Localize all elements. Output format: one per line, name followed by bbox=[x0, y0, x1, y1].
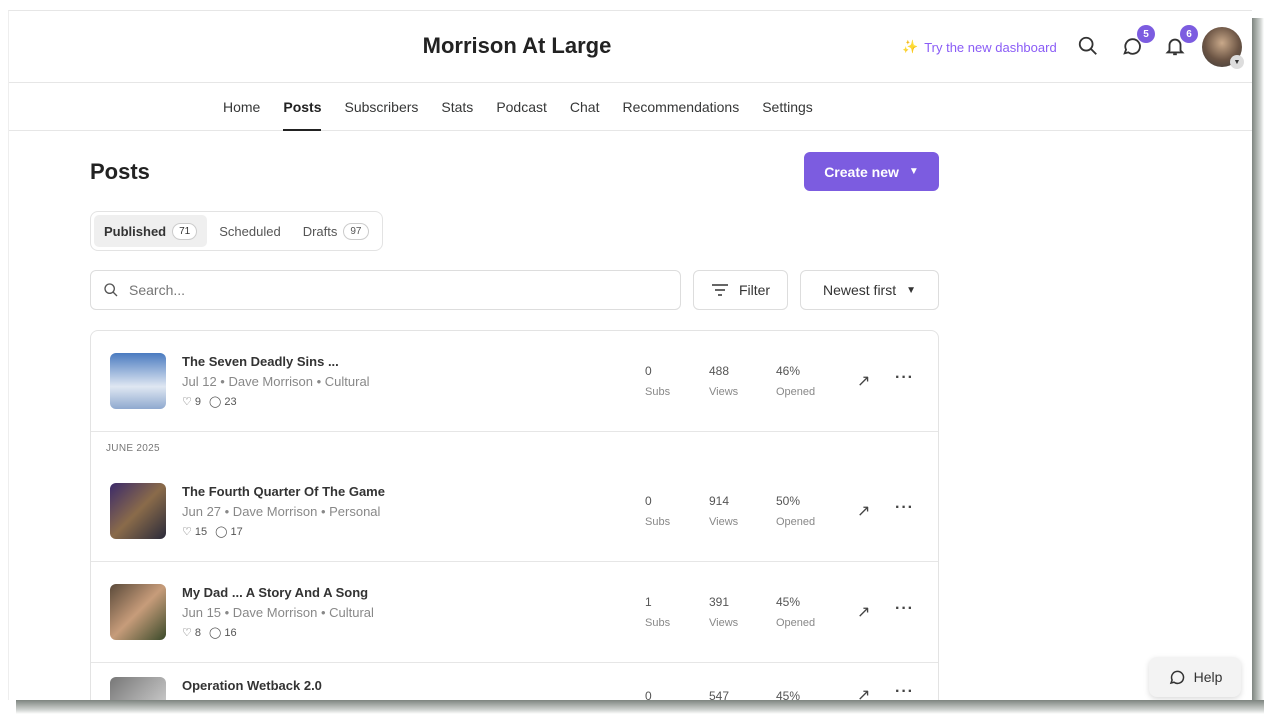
header: Morrison At Large ✨ Try the new dashboard… bbox=[9, 11, 1252, 83]
filter-button[interactable]: Filter bbox=[693, 270, 788, 310]
nav-settings[interactable]: Settings bbox=[762, 83, 813, 131]
post-row[interactable]: The Seven Deadly Sins ... Jul 12 • Dave … bbox=[91, 331, 938, 432]
post-meta: Jul 12 • Dave Morrison • Cultural bbox=[182, 374, 370, 389]
caret-down-icon: ▼ bbox=[906, 284, 917, 296]
nav-posts[interactable]: Posts bbox=[283, 83, 322, 131]
opened-stat: 45%Opened bbox=[776, 689, 801, 700]
comments: ◯ 16 bbox=[209, 627, 237, 639]
nav-chat[interactable]: Chat bbox=[570, 83, 600, 131]
post-title[interactable]: The Seven Deadly Sins ... bbox=[182, 354, 339, 369]
open-external-icon[interactable]: ↗ bbox=[857, 501, 870, 521]
count-badge: 97 bbox=[343, 222, 369, 240]
search-box bbox=[90, 270, 681, 310]
sort-label: Newest first bbox=[822, 282, 897, 298]
nav-subscribers[interactable]: Subscribers bbox=[344, 83, 418, 131]
sort-dropdown[interactable]: Newest first ▼ bbox=[800, 270, 939, 310]
page-title: Posts bbox=[90, 159, 150, 184]
views-stat: 391 Views bbox=[709, 595, 739, 629]
chat-badge: 5 bbox=[1137, 25, 1155, 43]
subs-stat: 0Subs bbox=[645, 494, 671, 528]
post-list: JUNE 2025 The Seven Deadly Sins ... Jul … bbox=[90, 330, 939, 700]
try-new-dashboard-link[interactable]: ✨ Try the new dashboard bbox=[902, 39, 1057, 55]
engagement: ♡ 15 ◯ 17 bbox=[182, 525, 243, 538]
nav-stats[interactable]: Stats bbox=[441, 83, 473, 131]
caret-down-icon: ▼ bbox=[908, 166, 919, 177]
tab-drafts[interactable]: Drafts 97 bbox=[293, 215, 379, 247]
notification-badge: 6 bbox=[1180, 25, 1198, 43]
search-icon[interactable] bbox=[1077, 35, 1101, 59]
views-stat: 547Views bbox=[709, 689, 730, 700]
views-stat: 488 Views bbox=[709, 364, 739, 398]
main-nav: Home Posts Subscribers Stats Podcast Cha… bbox=[9, 83, 1252, 131]
more-options-icon[interactable]: ··· bbox=[895, 369, 914, 387]
opened-stat: 50% Opened bbox=[776, 494, 816, 528]
tab-label: Drafts bbox=[302, 223, 338, 239]
likes: ♡ 15 bbox=[182, 526, 208, 538]
app-window: Morrison At Large ✨ Try the new dashboard… bbox=[8, 10, 1252, 700]
help-label: Help bbox=[1193, 669, 1223, 685]
open-external-icon[interactable]: ↗ bbox=[857, 602, 870, 622]
likes: ♡ 8 bbox=[182, 627, 202, 639]
post-title[interactable]: The Fourth Quarter Of The Game bbox=[182, 484, 385, 499]
opened-stat: 45%Opened bbox=[776, 595, 816, 629]
post-thumbnail bbox=[110, 353, 166, 409]
publication-title: Morrison At Large bbox=[422, 33, 612, 58]
post-row[interactable]: Operation Wetback 2.0 0Subs 547Views 45%… bbox=[91, 663, 938, 700]
create-new-label: Create new bbox=[824, 163, 899, 180]
post-row[interactable]: My Dad ... A Story And A Song Jun 15 • D… bbox=[91, 562, 938, 663]
post-title[interactable]: My Dad ... A Story And A Song bbox=[182, 585, 368, 600]
comments: ◯ 23 bbox=[209, 396, 237, 408]
tab-scheduled[interactable]: Scheduled bbox=[209, 215, 290, 247]
post-title[interactable]: Operation Wetback 2.0 bbox=[182, 678, 322, 693]
post-status-tabs: Published 71 Scheduled Drafts 97 bbox=[90, 211, 383, 251]
filter-label: Filter bbox=[738, 282, 771, 298]
subs-stat: 0Subs bbox=[645, 364, 671, 398]
tab-label: Published bbox=[104, 223, 167, 239]
search-input[interactable] bbox=[129, 282, 629, 298]
nav-home[interactable]: Home bbox=[223, 83, 260, 131]
post-meta: Jun 15 • Dave Morrison • Cultural bbox=[182, 605, 374, 620]
post-row[interactable]: The Fourth Quarter Of The Game Jun 27 • … bbox=[91, 461, 938, 562]
engagement: ♡ 8 ◯ 16 bbox=[182, 626, 237, 639]
tab-published[interactable]: Published 71 bbox=[94, 215, 208, 247]
engagement: ♡ 9 ◯ 23 bbox=[182, 395, 237, 408]
nav-podcast[interactable]: Podcast bbox=[496, 83, 547, 131]
try-dashboard-label: Try the new dashboard bbox=[924, 39, 1057, 55]
likes: ♡ 9 bbox=[182, 396, 202, 408]
window-shadow bbox=[1252, 18, 1264, 710]
more-options-icon[interactable]: ··· bbox=[895, 600, 914, 618]
views-stat: 914 Views bbox=[709, 494, 739, 528]
notifications-button[interactable]: 6 bbox=[1164, 25, 1198, 59]
section-label: JUNE 2025 bbox=[106, 443, 160, 454]
chat-button[interactable]: 5 bbox=[1121, 25, 1155, 59]
post-thumbnail bbox=[110, 677, 166, 700]
count-badge: 71 bbox=[172, 222, 198, 240]
window-shadow bbox=[16, 700, 1264, 714]
caret-down-icon: ▼ bbox=[1230, 55, 1244, 69]
subs-stat: 0Subs bbox=[645, 689, 652, 700]
create-new-button[interactable]: Create new ▼ bbox=[804, 152, 939, 191]
help-button[interactable]: Help bbox=[1149, 657, 1241, 697]
sparkle-icon: ✨ bbox=[902, 39, 919, 54]
filter-icon bbox=[711, 284, 728, 296]
tab-label: Scheduled bbox=[219, 223, 281, 239]
chat-icon bbox=[1169, 670, 1184, 685]
post-meta: Jun 27 • Dave Morrison • Personal bbox=[182, 504, 381, 519]
avatar[interactable]: ▼ bbox=[1202, 27, 1244, 69]
open-external-icon[interactable]: ↗ bbox=[857, 685, 870, 700]
more-options-icon[interactable]: ··· bbox=[895, 683, 914, 700]
more-options-icon[interactable]: ··· bbox=[895, 499, 914, 517]
comments: ◯ 17 bbox=[215, 526, 243, 538]
search-icon bbox=[104, 283, 118, 297]
nav-recommendations[interactable]: Recommendations bbox=[622, 83, 739, 131]
open-external-icon[interactable]: ↗ bbox=[857, 371, 870, 391]
opened-stat: 46% Opened bbox=[776, 364, 816, 398]
post-thumbnail bbox=[110, 584, 166, 640]
subs-stat: 1 Subs bbox=[645, 595, 671, 629]
post-thumbnail bbox=[110, 483, 166, 539]
